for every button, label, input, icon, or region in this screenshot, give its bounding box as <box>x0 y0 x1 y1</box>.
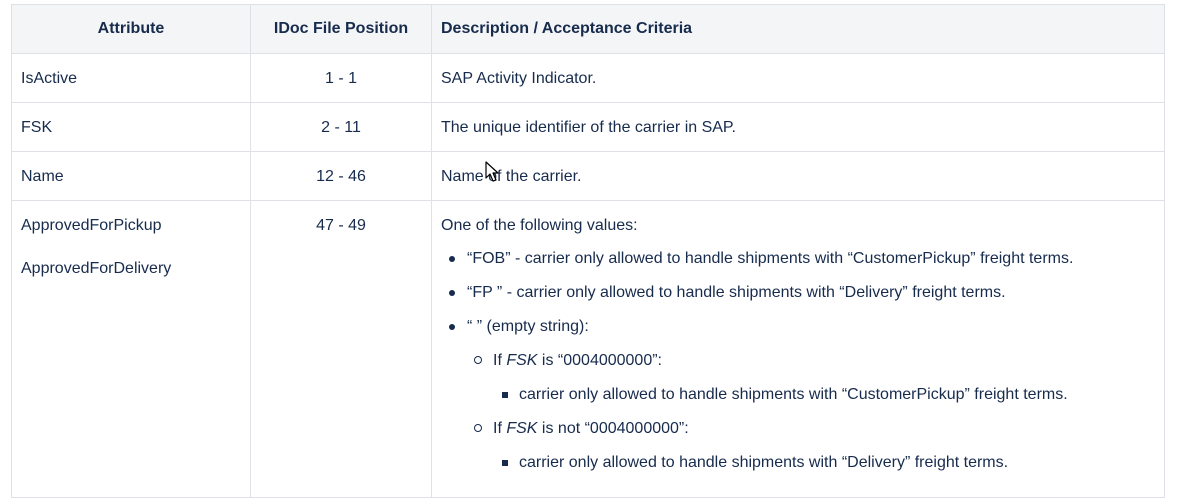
position-cell: 12 - 46 <box>250 151 432 201</box>
header-description: Description / Acceptance Criteria <box>431 4 1165 54</box>
value-list: “FOB” - carrier only allowed to handle s… <box>441 248 1155 473</box>
position-text: 2 - 11 <box>321 119 361 136</box>
condition-item: If FSK is “0004000000”: carrier only all… <box>467 350 1155 405</box>
condition-prefix: If <box>493 352 507 369</box>
condition-field: FSK <box>506 420 538 437</box>
attribute-text: ApprovedForPickup <box>21 217 162 234</box>
description-cell: SAP Activity Indicator. <box>431 53 1165 103</box>
condition-detail: carrier only allowed to handle shipments… <box>493 452 1155 473</box>
list-item-text: “ ” (empty string): <box>467 318 589 335</box>
condition-suffix: is not “0004000000”: <box>537 420 689 437</box>
attribute-text: Name <box>21 168 64 185</box>
condition-detail-list: carrier only allowed to handle shipments… <box>493 384 1155 405</box>
position-text: 47 - 49 <box>316 217 366 234</box>
position-text: 1 - 1 <box>324 70 357 87</box>
attribute-cell: ApprovedForPickup ApprovedForDelivery <box>11 200 251 498</box>
condition-detail: carrier only allowed to handle shipments… <box>493 384 1155 405</box>
list-item: “FP ” - carrier only allowed to handle s… <box>441 282 1155 303</box>
description-text: Name of the carrier. <box>441 168 582 185</box>
description-cell: The unique identifier of the carrier in … <box>431 102 1165 152</box>
position-cell: 2 - 11 <box>250 102 432 152</box>
table-row: Name 12 - 46 Name of the carrier. <box>11 151 1165 201</box>
attribute-cell: Name <box>11 151 251 201</box>
attribute-text: ApprovedForDelivery <box>21 260 172 277</box>
attribute-table: Attribute IDoc File Position Description… <box>11 4 1165 498</box>
description-text: The unique identifier of the carrier in … <box>441 119 736 136</box>
condition-field: FSK <box>506 352 538 369</box>
attribute-cell: IsActive <box>11 53 251 103</box>
position-text: 12 - 46 <box>316 168 366 185</box>
position-cell: 47 - 49 <box>250 200 432 498</box>
list-item-empty-string: “ ” (empty string): If FSK is “000400000… <box>441 316 1155 473</box>
attribute-cell: FSK <box>11 102 251 152</box>
condition-prefix: If <box>493 420 507 437</box>
table-row: FSK 2 - 11 The unique identifier of the … <box>11 102 1165 152</box>
condition-list: If FSK is “0004000000”: carrier only all… <box>467 350 1155 473</box>
condition-detail-list: carrier only allowed to handle shipments… <box>493 452 1155 473</box>
table-row: ApprovedForPickup ApprovedForDelivery 47… <box>11 200 1165 498</box>
header-attribute: Attribute <box>11 4 251 54</box>
description-cell: Name of the carrier. <box>431 151 1165 201</box>
requirements-table-container: Attribute IDoc File Position Description… <box>11 4 1165 498</box>
attribute-text: FSK <box>21 119 53 136</box>
mouse-pointer-icon <box>485 161 499 182</box>
header-idoc-position: IDoc File Position <box>250 4 432 54</box>
description-cell: One of the following values: “FOB” - car… <box>431 200 1165 498</box>
condition-suffix: is “0004000000”: <box>537 352 662 369</box>
condition-item: If FSK is not “0004000000”: carrier only… <box>467 418 1155 473</box>
list-item: “FOB” - carrier only allowed to handle s… <box>441 248 1155 269</box>
description-text: SAP Activity Indicator. <box>441 70 597 87</box>
table-row: IsActive 1 - 1 SAP Activity Indicator. <box>11 53 1165 103</box>
table-header-row: Attribute IDoc File Position Description… <box>11 4 1165 54</box>
position-cell: 1 - 1 <box>250 53 432 103</box>
description-intro: One of the following values: <box>441 217 638 234</box>
attribute-text: IsActive <box>21 70 78 87</box>
